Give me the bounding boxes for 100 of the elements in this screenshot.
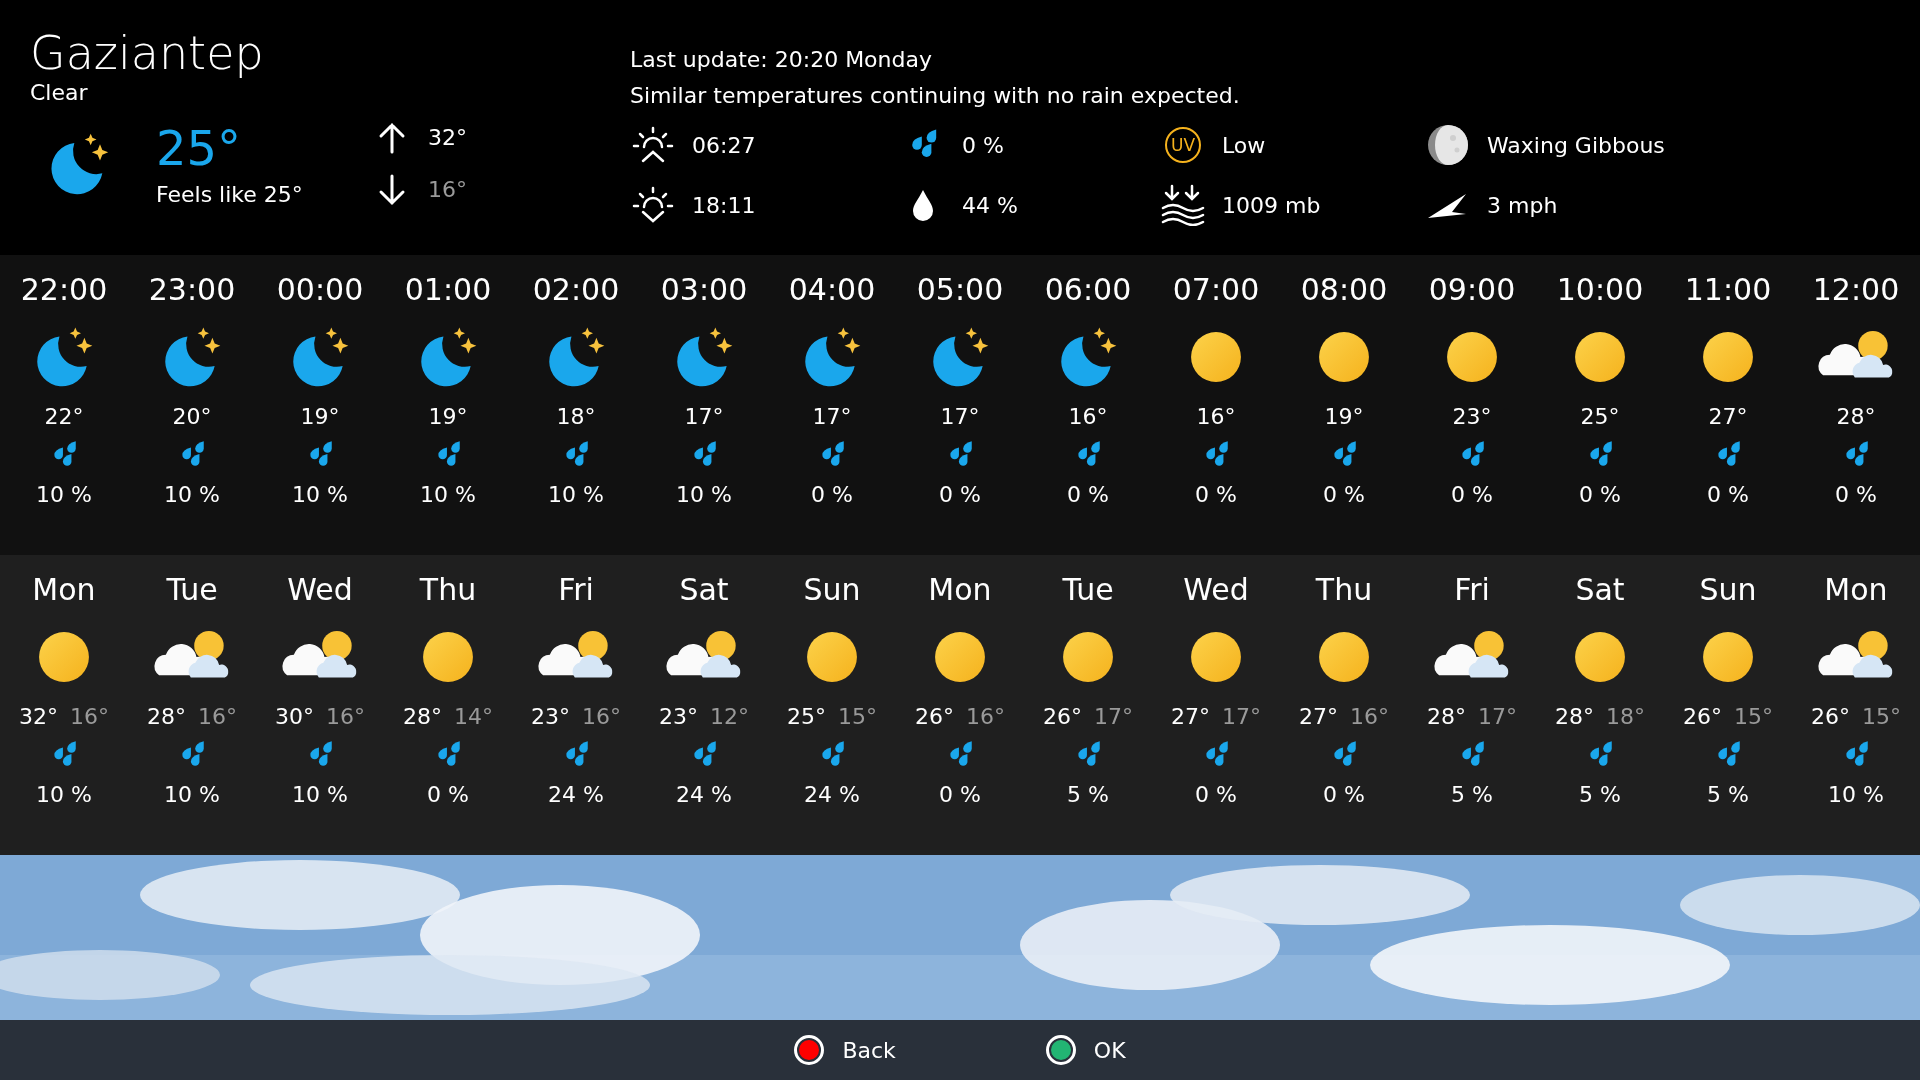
hour-label: 06:00 <box>1044 271 1132 309</box>
detail-value: Waxing Gibbous <box>1487 132 1665 158</box>
moon-phase-icon <box>1427 124 1469 166</box>
detail-value: 44 % <box>962 192 1018 218</box>
rain-chance: 0 % <box>939 781 981 809</box>
rain-chance: 10 % <box>548 481 604 509</box>
rain-chance: 0 % <box>1323 481 1365 509</box>
hour-temperature: 18° <box>556 403 596 431</box>
day-label: Fri <box>1454 571 1490 609</box>
rain-chance: 0 % <box>1835 481 1877 509</box>
high-temperature: 32° <box>19 703 58 731</box>
hour-temperature: 23° <box>1452 403 1492 431</box>
day-label: Mon <box>1824 571 1888 609</box>
day-label: Sat <box>1575 571 1625 609</box>
low-temperature: 17° <box>1478 703 1517 731</box>
rain-chance: 0 % <box>427 781 469 809</box>
day-label: Sun <box>1699 571 1757 609</box>
rain-chance: 0 % <box>1451 481 1493 509</box>
low-temperature: 16° <box>70 703 109 731</box>
detail-value: 06:27 <box>692 132 756 158</box>
day-label: Wed <box>1183 571 1249 609</box>
sunset-icon <box>631 185 675 225</box>
hour-temperature: 28° <box>1836 403 1876 431</box>
detail-value: 3 mph <box>1487 192 1558 218</box>
rain-chance: 10 % <box>164 481 220 509</box>
rain-chance: 10 % <box>676 481 732 509</box>
hour-temperature: 22° <box>44 403 84 431</box>
feels-like-text: Feels like 25° <box>156 182 304 207</box>
high-temperature: 32° <box>428 125 467 150</box>
rain-chance: 5 % <box>1451 781 1493 809</box>
high-temperature: 27° <box>1171 703 1210 731</box>
city-name: Gaziantep <box>30 26 264 80</box>
day-label: Sun <box>803 571 861 609</box>
high-temperature: 28° <box>403 703 442 731</box>
high-temperature: 27° <box>1299 703 1338 731</box>
hour-label: 01:00 <box>404 271 492 309</box>
day-label: Thu <box>1315 571 1373 609</box>
high-temperature: 26° <box>1811 703 1850 731</box>
rain-chance: 0 % <box>1067 481 1109 509</box>
rain-chance: 10 % <box>420 481 476 509</box>
low-temperature: 17° <box>1094 703 1133 731</box>
hour-label: 11:00 <box>1684 271 1772 309</box>
day-label: Mon <box>32 571 96 609</box>
detail-value: Low <box>1222 132 1266 158</box>
hour-label: 00:00 <box>276 271 364 309</box>
hour-temperature: 17° <box>684 403 724 431</box>
hour-temperature: 19° <box>1324 403 1364 431</box>
rain-chance: 10 % <box>36 781 92 809</box>
detail-value: 1009 mb <box>1222 192 1321 218</box>
low-temperature: 16° <box>1350 703 1389 731</box>
low-temperature: 16° <box>582 703 621 731</box>
rain-chance: 0 % <box>1323 781 1365 809</box>
hour-label: 03:00 <box>660 271 748 309</box>
rain-chance: 0 % <box>1195 781 1237 809</box>
rain-chance: 24 % <box>548 781 604 809</box>
hour-temperature: 19° <box>300 403 340 431</box>
high-temperature: 23° <box>659 703 698 731</box>
rain-chance: 0 % <box>811 481 853 509</box>
high-temperature: 28° <box>147 703 186 731</box>
hour-label: 08:00 <box>1300 271 1388 309</box>
day-label: Sat <box>679 571 729 609</box>
rain-chance: 0 % <box>1195 481 1237 509</box>
last-update-text: Last update: 20:20 Monday <box>630 46 933 74</box>
hour-temperature: 17° <box>940 403 980 431</box>
condition-text: Clear <box>30 80 89 106</box>
hour-temperature: 16° <box>1196 403 1236 431</box>
rain-chance: 5 % <box>1579 781 1621 809</box>
hour-label: 05:00 <box>916 271 1004 309</box>
day-label: Tue <box>166 571 218 609</box>
rain-chance: 24 % <box>804 781 860 809</box>
remote-key-button[interactable]: Back <box>794 1035 896 1065</box>
day-label: Mon <box>928 571 992 609</box>
low-temperature: 16° <box>966 703 1005 731</box>
current-temperature: 25° <box>156 120 243 176</box>
detail-value: 18:11 <box>692 192 756 218</box>
hour-label: 04:00 <box>788 271 876 309</box>
rain-chance: 24 % <box>676 781 732 809</box>
forecast-summary: Similar temperatures continuing with no rain expected. <box>630 82 1241 110</box>
hour-label: 09:00 <box>1428 271 1516 309</box>
low-temperature: 16° <box>428 177 467 202</box>
high-temperature: 28° <box>1427 703 1466 731</box>
low-temperature: 14° <box>454 703 493 731</box>
hour-label: 12:00 <box>1812 271 1900 309</box>
hour-label: 07:00 <box>1172 271 1260 309</box>
hour-temperature: 17° <box>812 403 852 431</box>
low-temperature: 15° <box>838 703 877 731</box>
remote-key-button[interactable]: OK <box>1045 1035 1126 1065</box>
hour-temperature: 20° <box>172 403 212 431</box>
day-label: Tue <box>1062 571 1114 609</box>
uv-badge: UV <box>1165 127 1201 163</box>
rain-chance: 0 % <box>1707 481 1749 509</box>
day-label: Wed <box>287 571 353 609</box>
hour-temperature: 27° <box>1708 403 1748 431</box>
hour-temperature: 19° <box>428 403 468 431</box>
rain-chance: 10 % <box>1828 781 1884 809</box>
rain-chance: 0 % <box>939 481 981 509</box>
low-temperature: 16° <box>326 703 365 731</box>
high-temperature: 26° <box>1043 703 1082 731</box>
high-temperature: 25° <box>787 703 826 731</box>
hour-label: 10:00 <box>1556 271 1644 309</box>
